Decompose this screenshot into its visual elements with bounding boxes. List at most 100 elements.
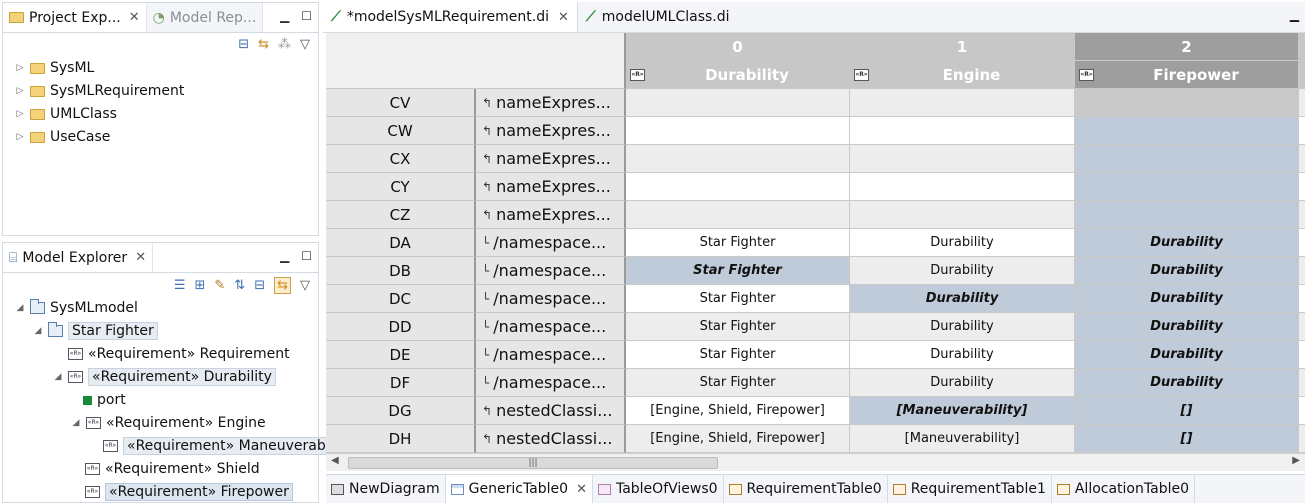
expand-icon[interactable]: ▷ — [15, 109, 25, 119]
table-cell[interactable]: Durability — [1075, 257, 1299, 285]
table-cell[interactable] — [1075, 201, 1299, 229]
tree-item-usecase[interactable]: ▷ UseCase — [15, 126, 111, 148]
table-cell[interactable]: Star Fighter — [626, 313, 850, 341]
tree-item-port[interactable]: port — [83, 389, 126, 411]
table-cell[interactable]: Durability — [850, 369, 1075, 397]
column-index-header[interactable]: 2 — [1075, 33, 1299, 61]
view-menu-icon[interactable]: ▽ — [300, 37, 310, 52]
row-feature-header[interactable]: ↰ nameExpres... — [476, 145, 626, 173]
table-cell[interactable]: Durability — [850, 313, 1075, 341]
table-cell[interactable]: Star Fighter — [626, 369, 850, 397]
table-cell[interactable]: Star Fighter — [626, 257, 850, 285]
table-cell[interactable]: Star Fighter — [626, 229, 850, 257]
table-cell[interactable]: [Engine, Shield, Firepower] — [626, 425, 850, 453]
close-icon[interactable]: ✕ — [135, 250, 146, 265]
row-feature-header[interactable]: └/namespace... — [476, 229, 626, 257]
close-icon[interactable]: ✕ — [558, 10, 569, 25]
scroll-right-icon[interactable]: ▶ — [1292, 455, 1300, 466]
tree-item-durability[interactable]: ◢ «R» «Requirement» Durability — [53, 366, 276, 388]
tree-item-umlclass[interactable]: ▷ UMLClass — [15, 103, 117, 125]
tab-modelumlclass[interactable]: ⟋ modelUMLClass.di — [578, 2, 738, 32]
row-feature-header[interactable]: └/namespace... — [476, 341, 626, 369]
tree-item-maneuverability[interactable]: «R» «Requirement» Maneuverabi — [103, 435, 334, 457]
row-feature-header[interactable]: ↰ nameExpres... — [476, 89, 626, 117]
tab-model-repository[interactable]: ◔ Model Rep... — [146, 3, 264, 32]
row-feature-header[interactable]: ↰ nestedClassi... — [476, 425, 626, 453]
view-menu-icon[interactable]: ▽ — [300, 278, 310, 293]
row-header[interactable]: CZ — [326, 201, 476, 229]
minimize-icon[interactable]: ▁ — [280, 249, 289, 263]
tree-item-sysmlrequirement[interactable]: ▷ SysMLRequirement — [15, 80, 185, 102]
row-header[interactable]: DD — [326, 313, 476, 341]
tab-newdiagram[interactable]: NewDiagram — [326, 475, 446, 503]
tab-model-explorer[interactable]: ⌸ Model Explorer ✕ — [3, 243, 154, 272]
table-cell[interactable]: [Engine, Shield, Firepower] — [626, 397, 850, 425]
table-cell[interactable] — [850, 173, 1075, 201]
table-cell[interactable]: [] — [1075, 397, 1299, 425]
horizontal-scrollbar[interactable]: ◀ ||| ▶ — [326, 453, 1305, 471]
close-icon[interactable]: ✕ — [129, 10, 140, 25]
collapse-icon[interactable]: ◢ — [53, 372, 63, 382]
row-feature-header[interactable]: ↰ nameExpres... — [476, 173, 626, 201]
row-feature-header[interactable]: ↰ nameExpres... — [476, 201, 626, 229]
link-editor-icon[interactable]: ⇆ — [274, 277, 291, 294]
table-cell[interactable]: [Maneuverability] — [850, 397, 1075, 425]
table-cell[interactable] — [850, 89, 1075, 117]
scrollbar-thumb[interactable]: ||| — [348, 457, 718, 469]
link-editor-icon[interactable]: ⇆ — [258, 37, 269, 52]
table-cell[interactable]: Durability — [850, 229, 1075, 257]
table-cell[interactable] — [1075, 173, 1299, 201]
maximize-icon[interactable]: ☐ — [301, 9, 312, 23]
tree-item-requirement[interactable]: «R» «Requirement» Requirement — [53, 343, 290, 365]
sort-az-icon[interactable]: ⇅ — [234, 278, 245, 293]
tab-tableofviews0[interactable]: TableOfViews0 — [593, 475, 724, 503]
row-feature-header[interactable]: ↰ nestedClassi... — [476, 397, 626, 425]
table-cell[interactable] — [850, 145, 1075, 173]
row-header[interactable]: CY — [326, 173, 476, 201]
table-cell[interactable]: Durability — [1075, 229, 1299, 257]
row-header[interactable]: DC — [326, 285, 476, 313]
tree-item-sysml[interactable]: ▷ SysML — [15, 57, 95, 79]
table-cell[interactable]: Durability — [1075, 341, 1299, 369]
list-icon[interactable]: ☰ — [174, 278, 186, 293]
minimize-icon[interactable]: ▁ — [1290, 8, 1299, 22]
row-header[interactable]: DG — [326, 397, 476, 425]
scroll-left-icon[interactable]: ◀ — [331, 455, 339, 466]
column-name-header[interactable]: «R» Engine — [850, 61, 1075, 89]
row-header[interactable]: CV — [326, 89, 476, 117]
row-feature-header[interactable]: └/namespace... — [476, 313, 626, 341]
row-feature-header[interactable]: ↰ nameExpres... — [476, 117, 626, 145]
table-cell[interactable] — [1075, 145, 1299, 173]
table-cell[interactable]: Durability — [1075, 285, 1299, 313]
expand-icon[interactable]: ▷ — [15, 132, 25, 142]
column-index-header[interactable]: 1 — [850, 33, 1075, 61]
table-cell[interactable] — [626, 89, 850, 117]
table-cell[interactable]: Durability — [850, 257, 1075, 285]
table-cell[interactable] — [1075, 89, 1299, 117]
minimize-icon[interactable]: ▁ — [280, 9, 289, 23]
hierarchy-icon[interactable]: ⊞ — [194, 278, 205, 293]
row-feature-header[interactable]: └/namespace... — [476, 285, 626, 313]
tree-item-shield[interactable]: «R» «Requirement» Shield — [85, 458, 260, 480]
table-cell[interactable] — [626, 201, 850, 229]
expand-icon[interactable]: ▷ — [15, 63, 25, 73]
column-name-header[interactable]: «R» Durability — [626, 61, 850, 89]
tree-item-star-fighter[interactable]: ◢ Star Fighter — [33, 320, 158, 342]
collapse-icon[interactable]: ◢ — [71, 418, 81, 428]
row-header[interactable]: CX — [326, 145, 476, 173]
column-index-header[interactable]: 0 — [626, 33, 850, 61]
table-cell[interactable]: Durability — [850, 285, 1075, 313]
tab-modelsysmlrequirement[interactable]: ⟋ *modelSysMLRequirement.di ✕ — [323, 2, 578, 32]
table-cell[interactable] — [626, 117, 850, 145]
table-cell[interactable]: Star Fighter — [626, 285, 850, 313]
tree-item-firepower[interactable]: «R» «Requirement» Firepower — [85, 481, 293, 503]
table-cell[interactable] — [1075, 117, 1299, 145]
table-cell[interactable] — [626, 173, 850, 201]
row-header[interactable]: DF — [326, 369, 476, 397]
filter-icon[interactable]: ⁂ — [278, 37, 291, 52]
row-header[interactable]: DB — [326, 257, 476, 285]
table-cell[interactable]: Durability — [1075, 369, 1299, 397]
tab-requirementtable0[interactable]: RequirementTable0 — [724, 475, 888, 503]
table-cell[interactable]: Durability — [1075, 313, 1299, 341]
edit-icon[interactable]: ✎ — [214, 278, 225, 293]
